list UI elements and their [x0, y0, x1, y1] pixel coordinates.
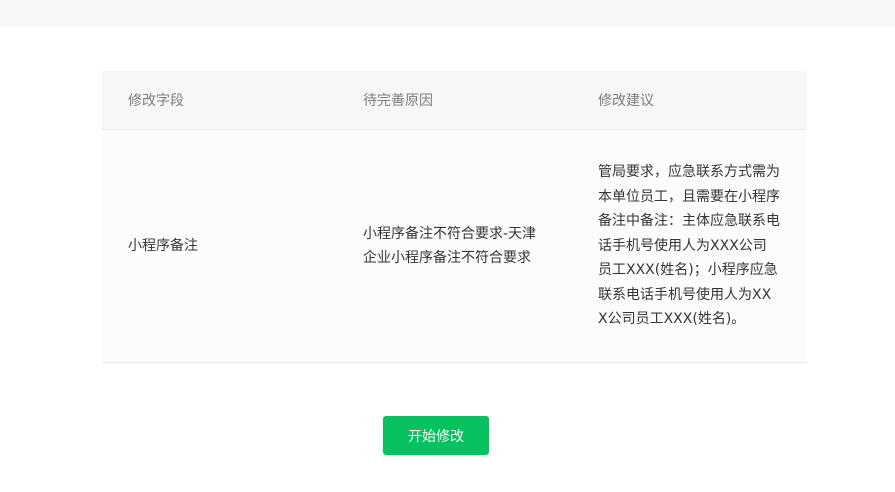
start-edit-button[interactable]: 开始修改 — [383, 416, 489, 455]
header-suggestion: 修改建议 — [598, 93, 654, 109]
header-field: 修改字段 — [128, 93, 184, 109]
table-header-row: 修改字段 待完善原因 修改建议 — [102, 71, 806, 130]
cell-reason-text: 小程序备注不符合要求-天津企业小程序备注不符合要求 — [363, 225, 537, 267]
cell-reason: 小程序备注不符合要求-天津企业小程序备注不符合要求 — [337, 222, 572, 271]
top-header-band — [0, 0, 895, 27]
review-table: 修改字段 待完善原因 修改建议 小程序备注 小程序备注不符合要求-天津企业小程序… — [102, 71, 806, 363]
cell-suggestion: 管局要求，应急联系方式需为本单位员工，且需要在小程序备注中备注：主体应急联系电话… — [572, 160, 806, 332]
cell-field-text: 小程序备注 — [128, 237, 198, 254]
header-reason: 待完善原因 — [363, 93, 433, 109]
cell-field: 小程序备注 — [102, 234, 337, 259]
cell-suggestion-text: 管局要求，应急联系方式需为本单位员工，且需要在小程序备注中备注：主体应急联系电话… — [598, 164, 780, 328]
table-row: 小程序备注 小程序备注不符合要求-天津企业小程序备注不符合要求 管局要求，应急联… — [102, 130, 806, 363]
